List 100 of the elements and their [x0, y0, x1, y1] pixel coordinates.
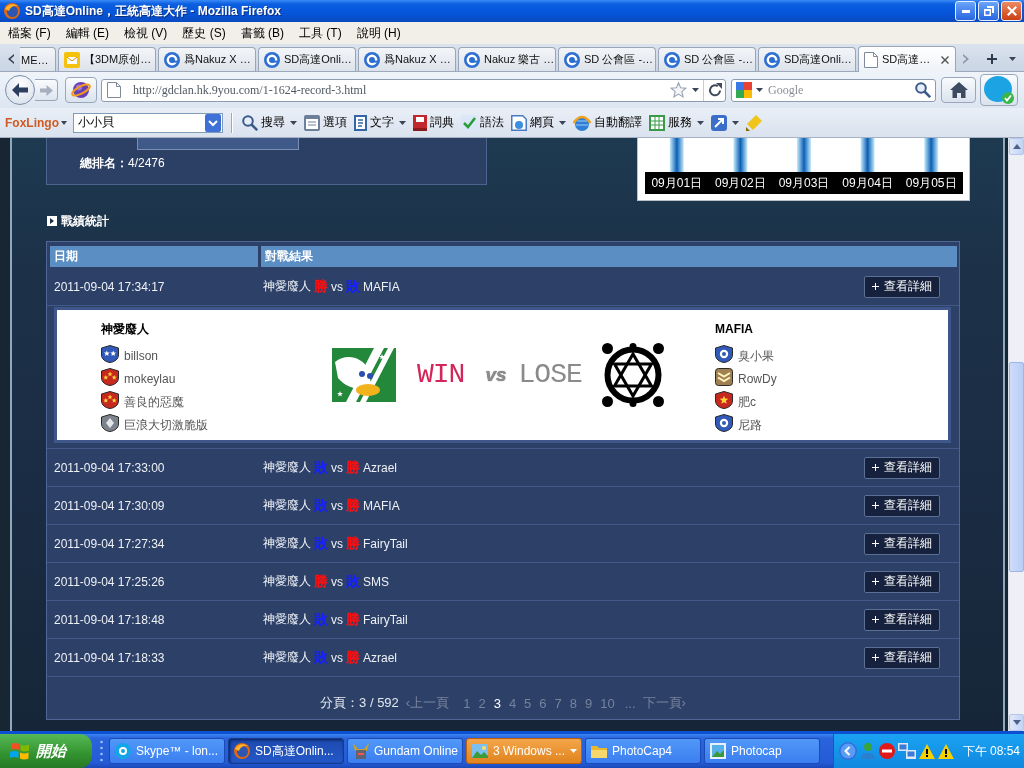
dictionary-button[interactable]: 詞典	[410, 112, 457, 133]
taskbar-button[interactable]: SD高達Onlin...	[228, 738, 344, 764]
search-input[interactable]: Google	[768, 81, 915, 99]
close-button[interactable]	[1001, 1, 1022, 21]
page-icon	[107, 82, 121, 98]
opponent-name: FairyTail	[363, 612, 408, 627]
plus-icon	[872, 502, 879, 509]
star-shield-icon	[101, 367, 119, 386]
browser-tab[interactable]: SD 公會區 -…	[558, 47, 656, 71]
plus-icon	[872, 616, 879, 623]
result-label: 勝	[346, 496, 360, 515]
match-date: 2011-09-04 17:18:33	[54, 650, 166, 665]
ring-icon	[464, 51, 480, 68]
chevron-circle-icon[interactable]	[838, 742, 857, 760]
match-date: 2011-09-04 17:34:17	[54, 279, 166, 294]
start-button[interactable]: 開始	[0, 734, 92, 768]
menu-item[interactable]: 說明 (H)	[351, 22, 406, 44]
menu-item[interactable]: 歷史 (S)	[177, 22, 231, 44]
web-page-button[interactable]: 網頁	[508, 112, 569, 133]
star-icon[interactable]	[670, 82, 687, 98]
rank-value: 4/2476	[128, 156, 165, 170]
hexagram-emblem-icon	[601, 343, 664, 407]
menu-item[interactable]: 書籤 (B)	[235, 22, 290, 44]
restore-button[interactable]	[978, 1, 999, 21]
browser-tab[interactable]: SD高達…	[858, 46, 956, 72]
window-title: SD高達Online，正統高達大作 - Mozilla Firefox	[25, 2, 281, 20]
page-link[interactable]: 3	[493, 695, 501, 711]
services-button[interactable]: 服務	[646, 112, 707, 133]
scrollbar-thumb[interactable]	[1009, 362, 1024, 572]
player-name: 肥c	[738, 394, 756, 409]
vs-label: vs	[485, 364, 507, 386]
addon-button[interactable]	[65, 77, 97, 103]
search-icon[interactable]	[915, 82, 931, 98]
plus-icon	[872, 283, 879, 290]
warning-icon[interactable]	[937, 743, 954, 759]
plus-icon	[872, 540, 879, 547]
warning-icon[interactable]	[918, 743, 935, 759]
browser-tab[interactable]: 爲Nakuz X …	[158, 47, 256, 71]
vs-label: vs	[331, 650, 343, 665]
caret-icon	[1008, 57, 1016, 61]
vs-label: vs	[331, 279, 343, 294]
menu-item[interactable]: 工具 (T)	[294, 22, 347, 44]
auto-translate-button[interactable]: 自動翻譯	[570, 112, 645, 133]
flag-icon	[10, 742, 30, 760]
details-button[interactable]: 查看詳細	[864, 275, 940, 298]
globe-icon	[4, 3, 20, 19]
chevron-badge-icon	[715, 367, 733, 386]
scroll-down-button[interactable]	[1009, 714, 1024, 731]
checkmark-icon	[461, 114, 477, 131]
address-field[interactable]: http://gdclan.hk.9you.com/1-1624-record-3.html	[101, 78, 726, 102]
web-page-icon	[511, 114, 527, 131]
menu-item[interactable]: 檔案 (F)	[3, 22, 56, 44]
team-name: 神愛廢人	[263, 535, 311, 552]
back-button[interactable]	[5, 75, 35, 105]
result-label: 勝	[346, 534, 360, 553]
details-button[interactable]: 查看詳細	[864, 494, 940, 517]
details-button[interactable]: 查看詳細	[864, 608, 940, 631]
opponent-name: MAFIA	[363, 498, 400, 513]
grammar-button[interactable]: 語法	[458, 112, 507, 133]
caret-icon[interactable]	[756, 88, 763, 92]
search-field[interactable]: Google	[731, 78, 936, 102]
document-icon	[354, 114, 367, 131]
scroll-up-button[interactable]	[1009, 138, 1024, 155]
plus-icon	[987, 54, 997, 64]
home-button[interactable]	[941, 77, 976, 103]
caret-icon[interactable]	[692, 88, 699, 92]
no-entry-icon[interactable]	[878, 743, 895, 759]
browser-tab[interactable]: 爲Nakuz X …	[358, 47, 456, 71]
vs-label: vs	[331, 536, 343, 551]
result-label: 敗	[314, 496, 328, 515]
menu-item[interactable]: 編輯 (E)	[60, 22, 114, 44]
browser-tab[interactable]: SD 公會區 -…	[658, 47, 756, 71]
landscape-icon	[472, 744, 488, 758]
menu-item[interactable]: 檢視 (V)	[119, 22, 173, 44]
details-button[interactable]: 查看詳細	[864, 570, 940, 593]
player-name: RowDy	[738, 371, 777, 386]
grip-icon	[100, 740, 103, 762]
browser-tab[interactable]: SD高達Onli…	[258, 47, 356, 71]
details-button[interactable]: 查看詳細	[864, 532, 940, 555]
details-button[interactable]: 查看詳細	[864, 646, 940, 669]
result-label: 敗	[314, 648, 328, 667]
table-icon	[649, 114, 665, 131]
date-label: 09月01日	[650, 175, 704, 192]
search-button[interactable]: 搜尋	[239, 112, 300, 133]
browser-tab[interactable]: 【3DM原创…	[58, 47, 156, 71]
plus-icon	[872, 578, 879, 585]
reload-button[interactable]	[703, 79, 725, 101]
browser-tab[interactable]: SD高達Onli…	[758, 47, 856, 71]
match-date: 2011-09-04 17:27:34	[54, 536, 166, 551]
result-label: 勝	[314, 572, 328, 591]
match-date: 2011-09-04 17:18:48	[54, 612, 166, 627]
minimize-button[interactable]	[955, 1, 976, 21]
translate-button[interactable]	[708, 112, 742, 133]
details-button[interactable]: 查看詳細	[864, 456, 940, 479]
browser-tab[interactable]: Nakuz 樂古 …	[458, 47, 556, 71]
vs-label: vs	[331, 612, 343, 627]
text-button[interactable]: 文字	[351, 112, 409, 133]
language-dropdown[interactable]: 小小貝	[73, 112, 223, 133]
options-button[interactable]: 選項	[301, 112, 350, 133]
browser-tab[interactable]: ME…	[20, 47, 56, 71]
